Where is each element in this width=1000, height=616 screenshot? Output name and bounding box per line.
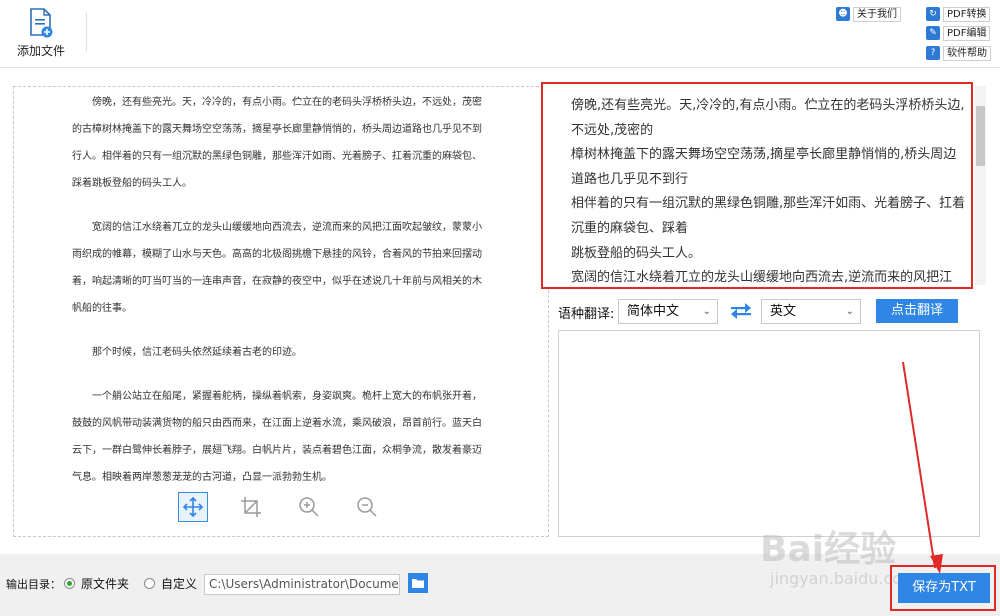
browse-folder-button[interactable] (408, 573, 428, 593)
toolbar-divider (86, 12, 87, 52)
doc-paragraph: 那个时候，信江老码头依然延续着古老的印迹。 (92, 347, 302, 358)
about-us-label: 关于我们 (853, 6, 901, 22)
save-button-highlight: 保存为TXT (890, 565, 996, 611)
user-icon: ☻ (836, 7, 850, 21)
scrollbar-thumb[interactable] (976, 106, 985, 166)
result-line: 傍晚,还有些亮光。天,冷冷的,有点小雨。伫立在的老码头浮桥桥头边,不远处,茂密的 (571, 98, 965, 138)
target-language-value: 英文 (770, 304, 797, 319)
help-icon: ? (926, 46, 940, 60)
refresh-icon: ↻ (926, 7, 940, 21)
doc-paragraph: 傍晚，还有些亮光。天，冷冷的，有点小雨。伫立在的老码头浮桥桥头边，不远处，茂密的… (72, 97, 482, 189)
move-tool-button[interactable] (178, 492, 208, 522)
chevron-down-icon: ⌄ (702, 306, 711, 317)
result-line: 跳板登船的码头工人。 (571, 245, 702, 261)
zoom-in-icon (299, 497, 319, 517)
pdf-convert-label: PDF转换 (943, 6, 991, 22)
recognized-text: 傍晚,还有些亮光。天,冷冷的,有点小雨。伫立在的老码头浮桥桥头边,不远处,茂密的… (571, 94, 966, 287)
doc-paragraph: 宽阔的信江水绕着兀立的龙头山缓缓地向西流去，逆流而来的风把江面吹起皱纹，蒙蒙小雨… (72, 222, 482, 314)
translation-output-box[interactable] (558, 330, 980, 537)
folder-icon (412, 579, 424, 588)
add-file-label: 添加文件 (16, 44, 65, 58)
radio-dot (144, 578, 155, 589)
radio-original-folder[interactable]: 原文件夹 (64, 575, 129, 592)
radio-custom-label: 自定义 (161, 577, 198, 591)
help-link[interactable]: ? 软件帮助 (926, 44, 991, 62)
result-line: 宽阔的信江水绕着兀立的龙头山缓缓地向西流去,逆流而来的风把江 (571, 270, 953, 286)
zoom-out-tool-button[interactable] (352, 492, 382, 522)
result-scrollbar[interactable] (975, 86, 986, 285)
result-line: 樟树林掩盖下的露天舞场空空荡荡,摘星亭长廊里静悄悄的,桥头周边道路也几乎见不到行 (571, 147, 957, 187)
help-label: 软件帮助 (943, 45, 991, 61)
zoom-in-tool-button[interactable] (294, 492, 324, 522)
radio-dot (64, 578, 75, 589)
source-language-select[interactable]: 简体中文 ⌄ (618, 299, 718, 324)
edit-icon: ✎ (926, 26, 940, 40)
move-icon (182, 496, 204, 518)
recognized-text-box[interactable]: 傍晚,还有些亮光。天,冷冷的,有点小雨。伫立在的老码头浮桥桥头边,不远处,茂密的… (541, 82, 973, 289)
add-file-icon (30, 8, 53, 38)
crop-icon (241, 497, 261, 517)
document-text: 傍晚，还有些亮光。天，冷冷的，有点小雨。伫立在的老码头浮桥桥头边，不远处，茂密的… (72, 89, 488, 491)
result-line: 相伴着的只有一组沉默的黑绿色铜雕,那些浑汗如雨、光着膀子、扛着沉重的麻袋包、踩着 (571, 196, 966, 236)
pdf-convert-link[interactable]: ↻ PDF转换 (926, 5, 991, 23)
radio-custom-folder[interactable]: 自定义 (144, 575, 197, 592)
baidu-watermark: Bai经验 (760, 529, 897, 570)
target-language-select[interactable]: 英文 ⌄ (761, 299, 861, 324)
radio-original-label: 原文件夹 (81, 577, 130, 591)
about-us-link[interactable]: ☻ 关于我们 (836, 5, 901, 23)
pdf-edit-label: PDF编辑 (943, 25, 991, 41)
output-dir-label: 输出目录： (6, 578, 61, 591)
swap-icon[interactable] (730, 303, 752, 319)
zoom-out-icon (357, 497, 377, 517)
output-path-input[interactable]: C:\Users\Administrator\Documents (204, 574, 400, 595)
save-as-txt-button[interactable]: 保存为TXT (898, 573, 990, 603)
doc-paragraph: 一个艄公站立在船尾，紧握着舵柄，操纵着帆索，身姿飒爽。桅杆上宽大的布帆张开着，鼓… (72, 391, 482, 483)
pdf-edit-link[interactable]: ✎ PDF编辑 (926, 24, 991, 42)
crop-tool-button[interactable] (236, 492, 266, 522)
toolbar: 添加文件 ☻ 关于我们 ↻ PDF转换 ✎ PDF编辑 ? 软件帮助 (0, 0, 1000, 68)
translate-label: 语种翻译: (558, 307, 615, 322)
translate-button[interactable]: 点击翻译 (876, 299, 958, 323)
add-file-button[interactable]: 添加文件 (10, 8, 72, 60)
preview-tools (178, 492, 410, 524)
document-preview[interactable]: 傍晚，还有些亮光。天，冷冷的，有点小雨。伫立在的老码头浮桥桥头边，不远处，茂密的… (13, 86, 549, 537)
chevron-down-icon: ⌄ (845, 306, 854, 317)
translate-row: 语种翻译: 简体中文 ⌄ 英文 ⌄ 点击翻译 (558, 299, 978, 325)
source-language-value: 简体中文 (627, 304, 680, 319)
